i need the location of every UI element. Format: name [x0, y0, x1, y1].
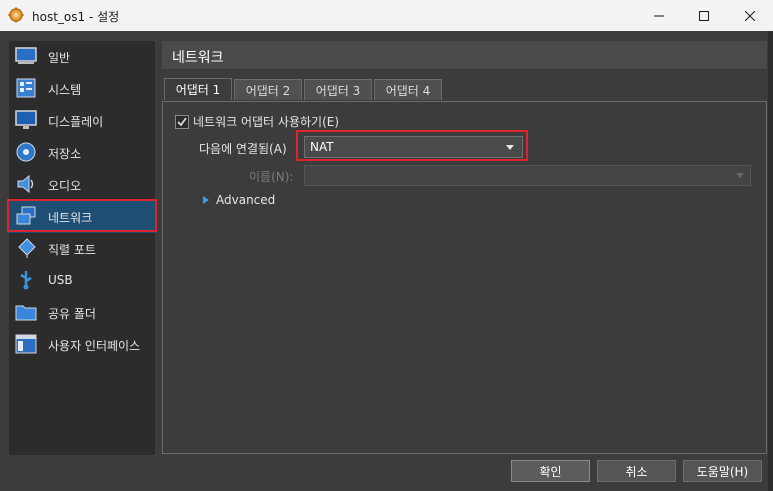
- sidebar-item-storage[interactable]: 저장소: [9, 137, 155, 169]
- name-select: [304, 165, 751, 186]
- ok-button[interactable]: 확인: [511, 460, 590, 482]
- sidebar-item-display[interactable]: 디스플레이: [9, 105, 155, 137]
- close-button[interactable]: [727, 0, 773, 31]
- tab-adapter-4[interactable]: 어댑터 4: [374, 79, 442, 100]
- sidebar-item-user-interface[interactable]: 사용자 인터페이스: [9, 329, 155, 361]
- sidebar-item-general[interactable]: 일반: [9, 41, 155, 73]
- user-interface-icon: [15, 334, 37, 354]
- minimize-button[interactable]: [636, 0, 682, 31]
- sidebar-item-system[interactable]: 시스템: [9, 73, 155, 105]
- expand-triangle-icon[interactable]: [203, 196, 209, 204]
- page-header: 네트워크: [162, 41, 767, 69]
- sidebar-item-usb[interactable]: USB: [9, 265, 155, 297]
- shared-folder-icon: [15, 305, 37, 321]
- attached-to-highlight-box: [296, 130, 528, 161]
- close-icon: [745, 10, 755, 21]
- chevron-down-icon: [736, 173, 744, 178]
- maximize-icon: [699, 10, 709, 21]
- adapter-panel: 네트워크 어댑터 사용하기(E) 다음에 연결됨(A) NAT 이름(N): A…: [162, 101, 767, 454]
- name-label: 이름(N):: [249, 170, 294, 184]
- enable-adapter-label[interactable]: 네트워크 어댑터 사용하기(E): [193, 113, 339, 130]
- maximize-button[interactable]: [681, 0, 727, 31]
- display-icon: [15, 110, 37, 129]
- advanced-toggle[interactable]: Advanced: [216, 193, 275, 207]
- title-bar: host_os1 - 설정: [0, 0, 773, 31]
- enable-adapter-checkbox[interactable]: [175, 115, 189, 129]
- sidebar-item-serial-port[interactable]: 직렬 포트: [9, 233, 155, 265]
- system-icon: [16, 78, 36, 98]
- sidebar-item-audio[interactable]: 오디오: [9, 169, 155, 201]
- settings-sidebar: 일반 시스템 디스플레이 저장소 오디오 네트워크 직렬 포트 USB 공유 폴…: [9, 41, 155, 455]
- minimize-icon: [654, 15, 664, 16]
- cancel-button[interactable]: 취소: [597, 460, 676, 482]
- storage-icon: [16, 142, 36, 162]
- tab-adapter-2[interactable]: 어댑터 2: [234, 79, 302, 100]
- checkmark-icon: [177, 117, 187, 127]
- page-title: 네트워크: [172, 50, 224, 66]
- serial-port-icon: [18, 238, 36, 258]
- tab-adapter-3[interactable]: 어댑터 3: [304, 79, 372, 100]
- window-title: host_os1 - 설정: [32, 10, 120, 24]
- sidebar-item-shared-folders[interactable]: 공유 폴더: [9, 297, 155, 329]
- attached-to-label: 다음에 연결됨(A): [199, 142, 287, 156]
- general-icon: [15, 47, 37, 64]
- usb-icon: [20, 271, 32, 290]
- network-highlight-box: [7, 199, 157, 232]
- tab-adapter-1[interactable]: 어댑터 1: [164, 78, 232, 100]
- virtualbox-settings-icon: [8, 7, 24, 23]
- help-button[interactable]: 도움말(H): [683, 460, 762, 482]
- window-edge: [768, 31, 773, 491]
- dialog-body: 일반 시스템 디스플레이 저장소 오디오 네트워크 직렬 포트 USB 공유 폴…: [0, 31, 773, 491]
- audio-icon: [17, 174, 34, 194]
